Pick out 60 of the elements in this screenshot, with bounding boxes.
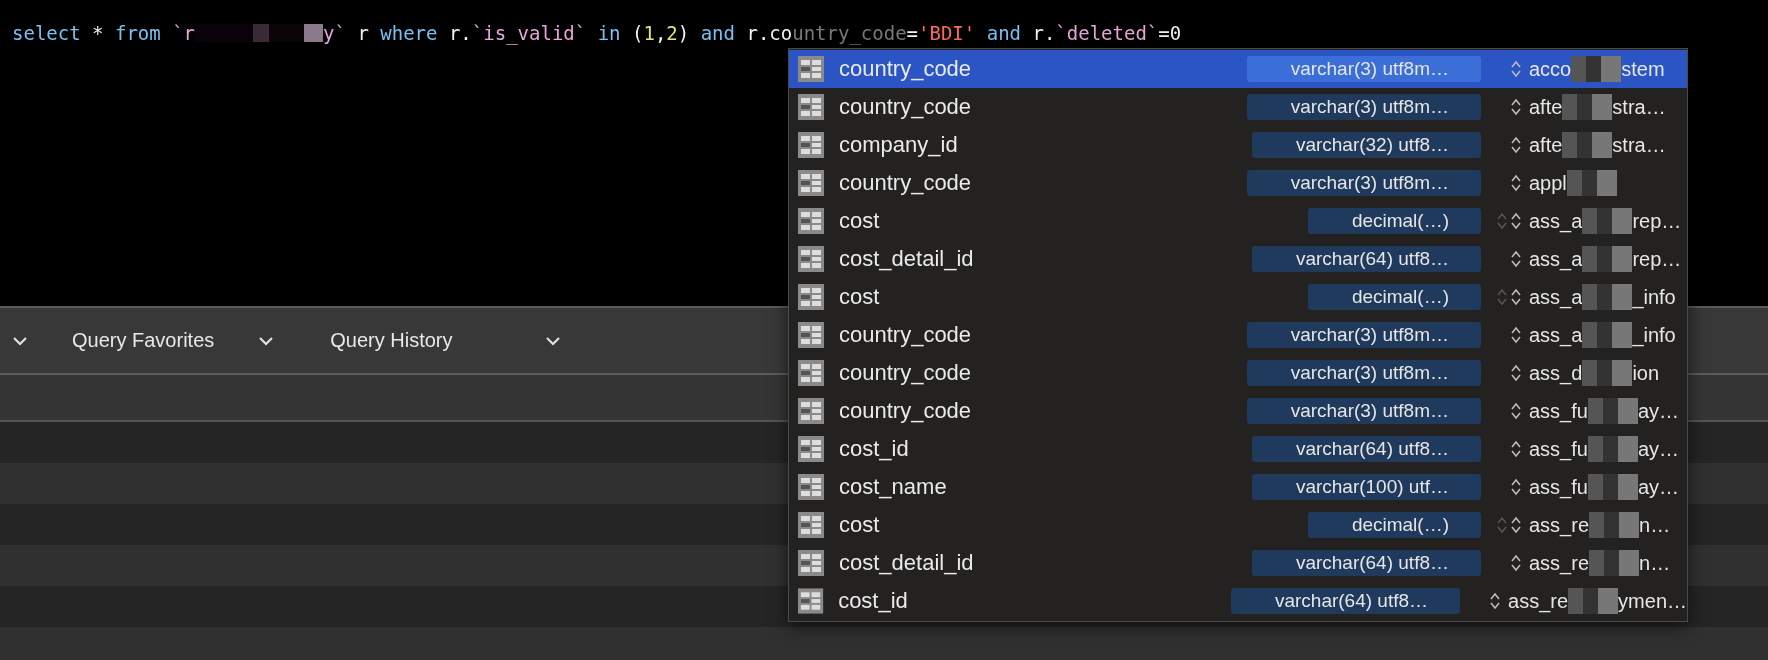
table-name: ass_a [1529, 247, 1583, 271]
type-tag: varchar(3) utf8m… [1246, 398, 1481, 424]
column-name: country_code [839, 94, 973, 120]
type-tag: varchar(64) utf8… [1251, 550, 1481, 576]
column-name: cost_id [838, 588, 909, 614]
column-name: cost_name [839, 474, 948, 500]
column-name: cost [839, 512, 881, 538]
table-name: ass_a [1529, 285, 1583, 309]
type-tag: decimal(…) [1307, 512, 1481, 538]
table-name: ass_re [1529, 513, 1590, 537]
table-name: afte [1529, 95, 1563, 119]
column-name: cost_detail_id [839, 550, 975, 576]
type-tag: varchar(3) utf8m… [1246, 170, 1481, 196]
table-name: ass_a [1529, 323, 1583, 347]
table-name: acco [1529, 57, 1572, 81]
table-name: ay… [1637, 437, 1680, 461]
table-name: stem [1621, 57, 1665, 81]
table-name: appl [1529, 171, 1567, 195]
table-name: ass_re [1508, 589, 1569, 613]
type-tag: varchar(64) utf8… [1230, 588, 1461, 614]
table-name: ass_fu [1529, 437, 1588, 461]
table-name: n… [1639, 551, 1671, 575]
type-tag: varchar(3) utf8m… [1246, 94, 1481, 120]
table-name: _info [1632, 285, 1676, 309]
type-tag: decimal(…) [1307, 208, 1481, 234]
table-name: ay… [1637, 475, 1680, 499]
column-name: country_code [839, 56, 973, 82]
type-tag: varchar(3) utf8m… [1246, 360, 1481, 386]
type-tag: decimal(…) [1307, 284, 1481, 310]
table-name: n… [1639, 513, 1671, 537]
table-name: ass_d [1529, 361, 1583, 385]
column-name: country_code [839, 398, 973, 424]
table-name: rep… [1632, 209, 1682, 233]
type-tag: varchar(3) utf8m… [1246, 56, 1481, 82]
table-name: ymen… [1618, 589, 1687, 613]
table-name: rep… [1632, 247, 1682, 271]
column-name: cost_id [839, 436, 910, 462]
table-name: ass_fu [1529, 475, 1588, 499]
type-tag: varchar(32) utf8… [1251, 132, 1481, 158]
sql-query: select * from `r y` r where r.`is_valid` in (1,2) and r.country_code='BDI' and r.`deleted`=0 [12, 22, 1183, 44]
table-name: ass_fu [1529, 399, 1588, 423]
table-name: stra… [1612, 95, 1666, 119]
column-name: cost_detail_id [839, 246, 975, 272]
column-name: country_code [839, 322, 973, 348]
column-name: cost [839, 284, 881, 310]
column-name: country_code [839, 170, 973, 196]
column-name: cost [839, 208, 881, 234]
type-tag: varchar(64) utf8… [1251, 246, 1481, 272]
table-name: _info [1632, 323, 1676, 347]
column-name: company_id [839, 132, 959, 158]
type-tag: varchar(64) utf8… [1251, 436, 1481, 462]
table-name: afte [1529, 133, 1563, 157]
table-name: stra… [1612, 133, 1666, 157]
type-tag: varchar(3) utf8m… [1246, 322, 1481, 348]
table-name: ion [1632, 361, 1660, 385]
table-name: ass_re [1529, 551, 1590, 575]
table-name: ay… [1637, 399, 1680, 423]
table-name: ass_a [1529, 209, 1583, 233]
type-tag: varchar(100) utf… [1251, 474, 1481, 500]
column-name: country_code [839, 360, 973, 386]
